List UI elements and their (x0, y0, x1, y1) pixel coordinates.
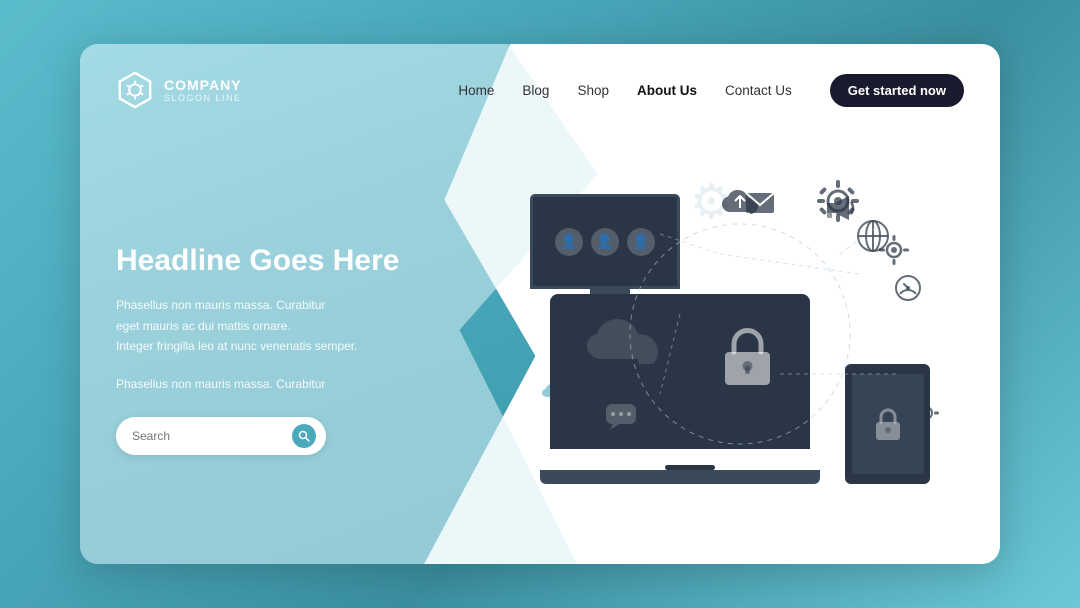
laptop-lock-icon (720, 324, 775, 389)
cta-button[interactable]: Get started now (830, 74, 964, 107)
search-button[interactable] (292, 424, 316, 448)
mail-icon (745, 189, 775, 221)
hero-left: Headline Goes Here Phasellus non mauris … (116, 233, 496, 455)
tablet-lock-icon (874, 406, 902, 442)
company-name: COMPANY (164, 77, 242, 94)
speedometer-icon (894, 274, 922, 309)
navbar: COMPANY SLOGON LINE Home Blog Shop About… (80, 44, 1000, 114)
tablet-screen (852, 374, 924, 474)
search-icon (298, 430, 310, 442)
nav-blog[interactable]: Blog (522, 83, 549, 98)
hero-headline: Headline Goes Here (116, 243, 496, 279)
laptop-screen (550, 294, 810, 449)
nav-home[interactable]: Home (458, 83, 494, 98)
laptop-base (540, 470, 820, 484)
logo-icon (116, 71, 154, 109)
laptop-content (550, 294, 810, 449)
hero-body2: Phasellus non mauris massa. Curabitur (116, 374, 396, 394)
laptop-device (550, 294, 830, 484)
hero-body1: Phasellus non mauris massa. Curabitur eg… (116, 295, 416, 356)
logo-area: COMPANY SLOGON LINE (116, 71, 242, 109)
search-bar (116, 417, 326, 455)
company-slogan: SLOGON LINE (164, 93, 242, 103)
devices-illustration: ⚙ (520, 174, 940, 514)
gear3-icon (878, 234, 910, 274)
hero-right: ⚙ (496, 124, 964, 564)
search-input[interactable] (132, 429, 292, 443)
laptop-cloud-icon (580, 309, 660, 364)
nav-contact[interactable]: Contact Us (725, 83, 792, 98)
hero-section: Headline Goes Here Phasellus non mauris … (80, 114, 1000, 564)
main-card: COMPANY SLOGON LINE Home Blog Shop About… (80, 44, 1000, 564)
nav-links: Home Blog Shop About Us Contact Us Get s… (458, 74, 964, 107)
user-avatar-3: 👤 (627, 228, 655, 256)
gear2-icon (816, 179, 860, 233)
chat-bubble-icon (605, 403, 641, 431)
tablet-device (845, 364, 930, 484)
nav-about[interactable]: About Us (637, 83, 697, 98)
user-avatar-1: 👤 (555, 228, 583, 256)
monitor-screen: 👤 👤 👤 (530, 194, 680, 289)
user-avatar-2: 👤 (591, 228, 619, 256)
nav-shop[interactable]: Shop (577, 83, 609, 98)
logo-text: COMPANY SLOGON LINE (164, 77, 242, 104)
